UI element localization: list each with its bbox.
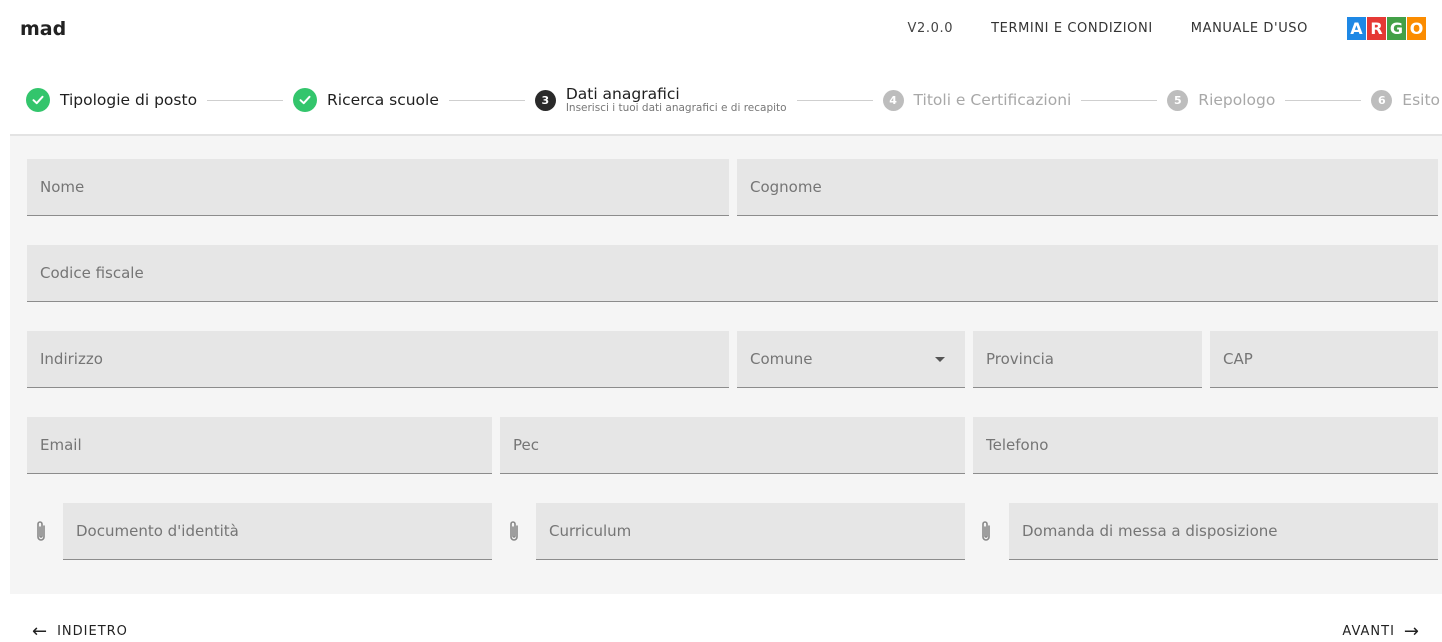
step-number: 5 [1167,89,1189,111]
pec-input[interactable] [500,417,965,473]
telefono-field[interactable] [973,417,1438,474]
next-label: AVANTI [1342,624,1395,639]
back-label: INDIETRO [57,624,128,639]
curriculum-field[interactable] [536,503,965,560]
logo-letter-o: O [1407,17,1426,40]
next-button[interactable]: AVANTI → [1342,620,1420,642]
telefono-input[interactable] [973,417,1438,473]
step-label: Dati anagrafici [565,84,680,103]
pec-field[interactable] [500,417,965,474]
manual-link[interactable]: MANUALE D'USO [1191,21,1308,36]
cap-field[interactable] [1210,331,1438,388]
comune-select[interactable] [737,331,965,388]
cognome-input[interactable] [737,159,1438,215]
logo-letter-r: R [1367,17,1386,40]
email-field[interactable] [27,417,492,474]
domanda-disposizione-input[interactable] [1009,503,1438,559]
terms-link[interactable]: TERMINI E CONDIZIONI [991,21,1153,36]
email-input[interactable] [27,417,492,473]
stepper: Tipologie di posto Ricerca scuole 3 Dati… [26,82,1440,118]
check-icon [293,88,317,112]
documento-identita-field[interactable] [63,503,492,560]
step-text: Dati anagrafici Inserisci i tuoi dati an… [565,84,787,114]
logo-letter-a: A [1347,17,1366,40]
step-connector [1285,99,1362,101]
step-label: Riepologo [1198,91,1276,109]
step-dati-anagrafici[interactable]: 3 Dati anagrafici Inserisci i tuoi dati … [534,84,787,114]
logo-letter-g: G [1387,17,1406,40]
step-label: Tipologie di posto [60,91,198,109]
curriculum-input[interactable] [536,503,965,559]
app-name: mad [20,18,67,40]
paperclip-icon[interactable] [506,519,522,545]
dropdown-caret-icon[interactable] [935,357,945,362]
step-label: Titoli e Certificazioni [913,91,1072,109]
step-connector [1081,99,1158,101]
step-ricerca-scuole[interactable]: Ricerca scuole [293,88,439,112]
version-label: V2.0.0 [907,21,954,36]
step-number: 4 [882,89,904,111]
domanda-disposizione-field[interactable] [1009,503,1438,560]
step-riepologo[interactable]: 5 Riepologo [1167,89,1276,111]
top-bar: mad V2.0.0 TERMINI E CONDIZIONI MANUALE … [0,0,1442,62]
header-links: V2.0.0 TERMINI E CONDIZIONI MANUALE D'US… [870,17,1426,40]
codice-fiscale-field[interactable] [27,245,1438,302]
nome-field[interactable] [27,159,729,216]
arrow-left-icon: ← [32,620,49,642]
cognome-field[interactable] [737,159,1438,216]
cap-input[interactable] [1210,331,1438,387]
step-connector [448,99,525,101]
paperclip-icon[interactable] [33,519,49,545]
step-number: 3 [534,89,556,111]
step-number: 6 [1371,89,1393,111]
step-titoli-e-certificazioni[interactable]: 4 Titoli e Certificazioni [882,89,1072,111]
indirizzo-field[interactable] [27,331,729,388]
codice-fiscale-input[interactable] [27,245,1438,301]
provincia-input[interactable] [973,331,1202,387]
back-button[interactable]: ← INDIETRO [32,620,128,642]
documento-identita-input[interactable] [63,503,492,559]
step-sublabel: Inserisci i tuoi dati anagrafici e di re… [565,102,787,114]
form-panel [10,136,1442,594]
step-tipologie-di-posto[interactable]: Tipologie di posto [26,88,197,112]
provincia-field[interactable] [973,331,1202,388]
step-label: Ricerca scuole [327,91,439,109]
indirizzo-input[interactable] [27,331,729,387]
arrow-right-icon: → [1403,620,1420,642]
paperclip-icon[interactable] [978,519,994,545]
step-label: Esito [1402,91,1441,109]
step-connector [796,99,873,101]
argo-logo[interactable]: A R G O [1346,17,1426,40]
step-esito[interactable]: 6 Esito [1371,89,1441,111]
comune-input[interactable] [737,331,965,387]
check-icon [26,88,50,112]
nome-input[interactable] [27,159,729,215]
step-connector [207,99,283,101]
